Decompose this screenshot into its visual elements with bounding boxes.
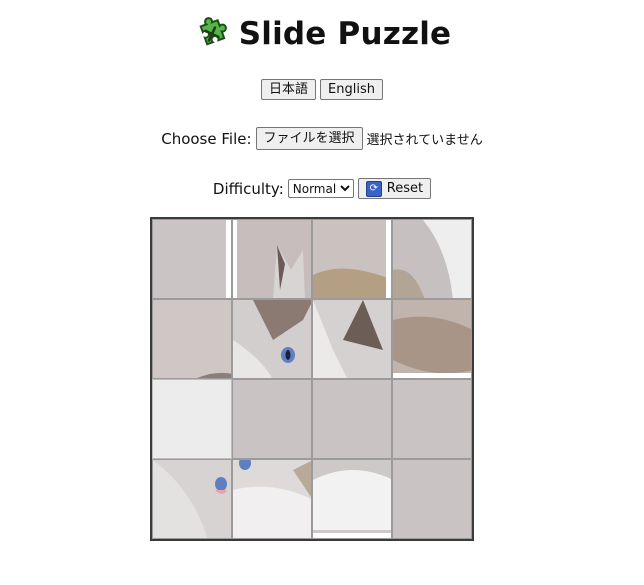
puzzle-tile[interactable] — [232, 299, 312, 379]
file-label: Choose File: — [161, 129, 252, 148]
difficulty-select[interactable]: Normal — [287, 179, 354, 198]
page-title: Slide Puzzle — [238, 16, 452, 52]
puzzle-tile[interactable] — [312, 299, 392, 379]
file-chooser-row: Choose File: ファイルを選択 選択されていません — [0, 127, 644, 150]
tile-image — [393, 300, 471, 378]
tile-image — [233, 220, 311, 298]
puzzle-tile[interactable] — [152, 299, 232, 379]
english-language-button[interactable]: English — [320, 79, 383, 100]
empty-tile[interactable] — [152, 379, 232, 459]
tile-image — [233, 300, 311, 378]
tile-image — [153, 220, 231, 298]
tile-image — [393, 220, 471, 298]
tile-image — [313, 460, 391, 538]
refresh-icon: ⟳ — [365, 180, 382, 197]
difficulty-label: Difficulty: — [212, 179, 284, 198]
tile-image — [313, 220, 391, 298]
japanese-language-button[interactable]: 日本語 — [261, 79, 317, 100]
puzzle-tile[interactable] — [392, 459, 472, 539]
puzzle-tile[interactable] — [152, 219, 232, 299]
puzzle-tile[interactable] — [392, 379, 472, 459]
tile-image — [313, 300, 391, 378]
puzzle-tile[interactable] — [232, 459, 312, 539]
puzzle-tile[interactable] — [312, 379, 392, 459]
title-row: Slide Puzzle — [0, 12, 644, 56]
difficulty-row: Difficulty: Normal ⟳ Reset — [0, 178, 644, 199]
reset-label: Reset — [386, 181, 424, 196]
puzzle-tile[interactable] — [312, 459, 392, 539]
tile-image — [233, 460, 311, 538]
puzzle-piece-icon — [193, 15, 231, 53]
file-status-text: 選択されていません — [366, 133, 483, 148]
puzzle-tile[interactable] — [392, 299, 472, 379]
puzzle-tile[interactable] — [232, 379, 312, 459]
language-switcher: 日本語 English — [0, 79, 644, 100]
puzzle-tile[interactable] — [152, 459, 232, 539]
puzzle-tile[interactable] — [232, 219, 312, 299]
puzzle-tile[interactable] — [312, 219, 392, 299]
choose-file-button[interactable]: ファイルを選択 — [255, 127, 363, 150]
tile-image — [153, 460, 231, 538]
puzzle-tile[interactable] — [392, 219, 472, 299]
reset-button[interactable]: ⟳ Reset — [357, 178, 432, 199]
tile-image — [153, 300, 231, 378]
slide-puzzle-page: Slide Puzzle 日本語 English Choose File: ファ… — [0, 0, 644, 585]
puzzle-board — [150, 217, 474, 541]
